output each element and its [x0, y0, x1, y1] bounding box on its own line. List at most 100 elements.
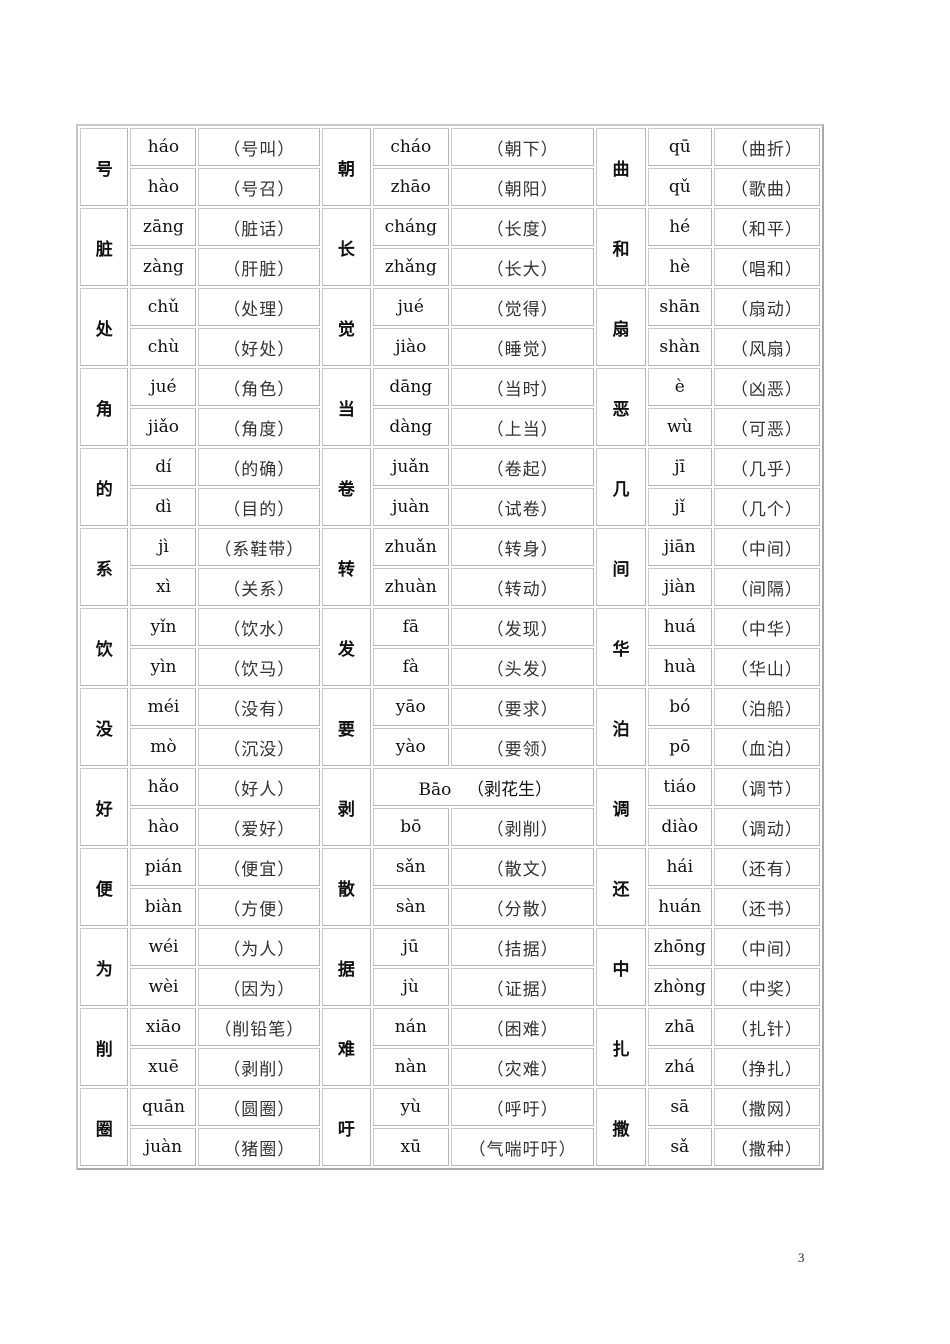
example-word-cell: （要求） [450, 688, 595, 726]
example-word-cell: （为人） [198, 928, 321, 966]
table-row: 系 jì （系鞋带）转 zhuǎn （转身）间 jiān （中间） [80, 528, 820, 606]
pinyin-cell: zhǎng [372, 248, 449, 286]
merged-reading-cell: Bāo （剥花生） [372, 768, 595, 806]
character-cell: 卷 [322, 448, 371, 526]
pinyin-cell: cháo [372, 128, 449, 166]
pinyin-cell: nàn [372, 1048, 449, 1086]
character-cell: 没 [80, 688, 129, 766]
pinyin-cell: yào [372, 728, 449, 766]
table-row: xuē （剥削） nàn （灾难） zhá （挣扎） [80, 1048, 820, 1086]
example-word-cell: （目的） [198, 488, 321, 526]
character-cell: 好 [80, 768, 129, 846]
pinyin-cell: dì [130, 488, 197, 526]
example-word-cell: （中间） [713, 928, 820, 966]
example-word-cell: （气喘吁吁） [450, 1128, 595, 1166]
pinyin-cell: dí [130, 448, 197, 486]
pinyin-cell: yāo [372, 688, 449, 726]
pinyin-cell: jù [372, 968, 449, 1006]
table-row: 没 méi （没有）要 yāo （要求）泊 bó （泊船） [80, 688, 820, 766]
example-word-cell: （转身） [450, 528, 595, 566]
pinyin-cell: háo [130, 128, 197, 166]
table-row: 处 chǔ （处理）觉 jué （觉得）扇 shān （扇动） [80, 288, 820, 366]
pinyin-cell: huán [647, 888, 712, 926]
example-word-cell: （朝阳） [450, 168, 595, 206]
pinyin-cell: fā [372, 608, 449, 646]
pinyin-cell: jī [647, 448, 712, 486]
example-word-cell: （觉得） [450, 288, 595, 326]
pinyin-cell: jiǎo [130, 408, 197, 446]
example-word-cell: （困难） [450, 1008, 595, 1046]
example-word-cell: （系鞋带） [198, 528, 321, 566]
example-word-cell: （扎针） [713, 1008, 820, 1046]
table-row: chù （好处） jiào （睡觉） shàn （风扇） [80, 328, 820, 366]
example-word-cell: （爱好） [198, 808, 321, 846]
example-word-cell: （方便） [198, 888, 321, 926]
pinyin-cell: hé [647, 208, 712, 246]
pinyin-cell: jǐ [647, 488, 712, 526]
character-cell: 间 [596, 528, 646, 606]
pinyin-cell: jiān [647, 528, 712, 566]
pinyin-cell: wèi [130, 968, 197, 1006]
character-cell: 恶 [596, 368, 646, 446]
example-word-cell: （剥削） [198, 1048, 321, 1086]
character-cell: 和 [596, 208, 646, 286]
pinyin-cell: yù [372, 1088, 449, 1126]
pinyin-cell: tiáo [647, 768, 712, 806]
character-cell: 便 [80, 848, 129, 926]
example-word-cell: （可恶） [713, 408, 820, 446]
pinyin-cell: huá [647, 608, 712, 646]
example-word-cell: （猪圈） [198, 1128, 321, 1166]
pinyin-cell: sā [647, 1088, 712, 1126]
pinyin-cell: è [647, 368, 712, 406]
character-cell: 几 [596, 448, 646, 526]
pinyin-cell: zàng [130, 248, 197, 286]
example-word-cell: （调动） [713, 808, 820, 846]
example-word-cell: （饮水） [198, 608, 321, 646]
pinyin-cell: cháng [372, 208, 449, 246]
example-word-cell: （长大） [450, 248, 595, 286]
example-word-cell: （呼吁） [450, 1088, 595, 1126]
character-cell: 还 [596, 848, 646, 926]
example-word-cell: （证据） [450, 968, 595, 1006]
character-cell: 泊 [596, 688, 646, 766]
table-row: yìn （饮马） fà （头发） huà （华山） [80, 648, 820, 686]
table-row: wèi （因为） jù （证据） zhòng （中奖） [80, 968, 820, 1006]
pinyin-cell: biàn [130, 888, 197, 926]
pinyin-cell: mò [130, 728, 197, 766]
example-word-cell: （拮据） [450, 928, 595, 966]
example-word-cell: （曲折） [713, 128, 820, 166]
example-word-cell: （上当） [450, 408, 595, 446]
pinyin-cell: zhāo [372, 168, 449, 206]
page-number: 3 [798, 1250, 805, 1265]
pinyin-cell: zhuàn [372, 568, 449, 606]
pinyin-cell: sàn [372, 888, 449, 926]
pinyin-cell: bó [647, 688, 712, 726]
pinyin-cell: hào [130, 808, 197, 846]
pinyin-cell: shān [647, 288, 712, 326]
pinyin-cell: zhá [647, 1048, 712, 1086]
example-word-cell: （角色） [198, 368, 321, 406]
pinyin-cell: jiào [372, 328, 449, 366]
example-word-cell: （因为） [198, 968, 321, 1006]
example-word-cell: （和平） [713, 208, 820, 246]
example-word-cell: （好人） [198, 768, 321, 806]
pinyin-cell: sǎn [372, 848, 449, 886]
pinyin-cell: dāng [372, 368, 449, 406]
pinyin-cell: juǎn [372, 448, 449, 486]
table-row: 饮 yǐn （饮水）发 fā （发现）华 huá （中华） [80, 608, 820, 686]
example-word-cell: （号叫） [198, 128, 321, 166]
pinyin-cell: zhōng [647, 928, 712, 966]
pinyin-cell: xuē [130, 1048, 197, 1086]
example-word-cell: （脏话） [198, 208, 321, 246]
example-word-cell: （凶恶） [713, 368, 820, 406]
example-word-cell: （处理） [198, 288, 321, 326]
pinyin-cell: hào [130, 168, 197, 206]
example-word-cell: （饮马） [198, 648, 321, 686]
character-cell: 转 [322, 528, 371, 606]
character-cell: 散 [322, 848, 371, 926]
character-cell: 扇 [596, 288, 646, 366]
example-word-cell: （卷起） [450, 448, 595, 486]
example-word-cell: （发现） [450, 608, 595, 646]
character-cell: 曲 [596, 128, 646, 206]
polyphonic-character-table: 号 háo （号叫）朝 cháo （朝下）曲 qū （曲折） hào （号召） zhāo （朝阳） q… [76, 124, 824, 1170]
